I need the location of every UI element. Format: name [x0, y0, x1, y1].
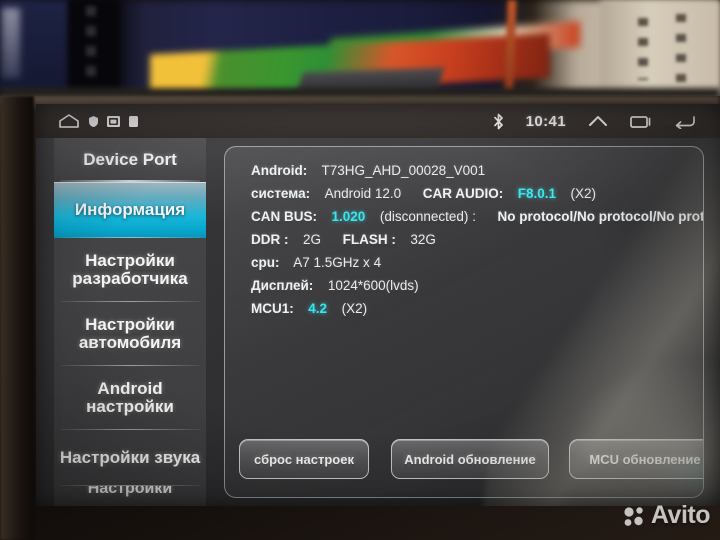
head-unit-bezel: 10:41 Device Port Информация Настройки р…	[0, 96, 720, 540]
bezel-left-edge	[0, 96, 34, 540]
shelf-cabinet	[600, 0, 720, 96]
system-info-list: Android: T73HG_AHD_00028_V001 система: A…	[251, 159, 703, 320]
info-value-canbus: 1.020	[331, 209, 366, 224]
android-update-button[interactable]: Android обновление	[391, 439, 549, 479]
info-row-canbus: CAN BUS: 1.020 (disconnected) : No proto…	[251, 205, 703, 228]
info-label-android: Android:	[251, 163, 308, 178]
sidebar-item-information[interactable]: Информация	[54, 182, 206, 238]
cabinet-slits-right	[676, 14, 686, 84]
info-label-display: Дисплей:	[251, 278, 314, 293]
info-suffix-mcu1: (X2)	[341, 301, 368, 316]
status-bar-right-icons: 10:41	[493, 113, 720, 130]
status-bar-left-icons	[36, 113, 138, 129]
info-label-cpu: cpu:	[251, 255, 280, 270]
info-value-car-audio: F8.0.1	[517, 186, 557, 201]
info-row-mcu1: MCU1: 4.2 (X2)	[251, 297, 703, 320]
chevron-up-icon[interactable]	[588, 114, 608, 128]
info-label-ddr: DDR :	[251, 232, 289, 247]
info-label-flash: FLASH :	[342, 232, 396, 247]
sidebar-item-label: Настройки разработчика	[72, 250, 188, 288]
info-value-display: 1024*600(lvds)	[327, 278, 419, 293]
avito-watermark: Avito	[622, 501, 711, 530]
shield-notification-icon	[89, 115, 98, 127]
sdcard-notification-icon	[107, 115, 120, 127]
mcu-update-button[interactable]: MCU обновление	[569, 439, 703, 479]
screen-content: Device Port Информация Настройки разрабо…	[36, 138, 720, 506]
avito-watermark-text: Avito	[650, 501, 711, 529]
info-label-canbus: CAN BUS:	[251, 209, 317, 224]
sidebar-item-android-settings[interactable]: Android настройки	[54, 366, 206, 430]
info-value-mcu1: 4.2	[308, 301, 328, 316]
sidebar-item-more[interactable]: Настройки	[54, 486, 206, 506]
sidebar-item-label: Настройки автомобиля	[78, 314, 182, 352]
info-row-display: Дисплей: 1024*600(lvds)	[251, 274, 703, 297]
action-buttons: сброс настроек Android обновление MCU об…	[239, 439, 703, 481]
shelf-vent-slits	[86, 6, 96, 86]
sidebar-item-car-settings[interactable]: Настройки автомобиля	[54, 302, 206, 366]
information-panel: Android: T73HG_AHD_00028_V001 система: A…	[224, 146, 704, 498]
shelf-box-left	[0, 0, 70, 90]
cabinet-slits-left	[638, 18, 648, 80]
info-label-mcu1: MCU1:	[251, 301, 294, 316]
sidebar-item-label: Android настройки	[86, 378, 174, 416]
info-suffix-car-audio: (X2)	[570, 186, 597, 201]
reset-settings-button[interactable]: сброс настроек	[239, 439, 369, 479]
info-value-flash: 32G	[410, 232, 436, 247]
head-unit-screen: 10:41 Device Port Информация Настройки р…	[36, 104, 720, 506]
sidebar-header: Device Port	[54, 138, 206, 182]
sidebar-item-label: Настройки	[87, 486, 173, 497]
home-icon[interactable]	[58, 113, 80, 129]
status-bar: 10:41	[36, 104, 720, 138]
info-value-ddr: 2G	[303, 232, 322, 247]
info-row-system: система: Android 12.0 CAR AUDIO: F8.0.1 …	[251, 182, 703, 205]
back-icon[interactable]	[674, 114, 696, 129]
info-row-memory: DDR : 2G FLASH : 32G	[251, 228, 703, 251]
info-value-system: Android 12.0	[324, 186, 402, 201]
info-protocol-canbus: No protocol/No protocol/No prot	[497, 209, 704, 224]
recents-icon[interactable]	[630, 114, 652, 129]
settings-sidebar: Device Port Информация Настройки разрабо…	[54, 138, 206, 506]
info-label-car-audio: CAR AUDIO:	[422, 186, 504, 201]
bluetooth-icon[interactable]	[493, 113, 504, 130]
sidebar-item-label: Настройки звука	[59, 447, 201, 467]
sidebar-item-developer-settings[interactable]: Настройки разработчика	[54, 238, 206, 302]
info-label-system: система:	[251, 186, 311, 201]
info-row-android: Android: T73HG_AHD_00028_V001	[251, 159, 703, 182]
avito-logo-icon	[622, 504, 646, 528]
info-state-canbus: (disconnected)	[379, 209, 469, 224]
sidebar-item-sound-settings[interactable]: Настройки звука	[54, 430, 206, 486]
sidebar-item-label: Информация	[74, 199, 186, 219]
sidebar-header-label: Device Port	[83, 149, 177, 169]
battery-notification-icon	[129, 115, 138, 127]
info-value-android: T73HG_AHD_00028_V001	[321, 163, 486, 178]
info-value-cpu: A7 1.5GHz x 4	[293, 255, 382, 270]
status-bar-clock: 10:41	[525, 112, 566, 130]
info-row-cpu: cpu: A7 1.5GHz x 4	[251, 251, 703, 274]
shelf-box-left-label	[2, 8, 20, 78]
info-sep-canbus: :	[472, 209, 476, 224]
